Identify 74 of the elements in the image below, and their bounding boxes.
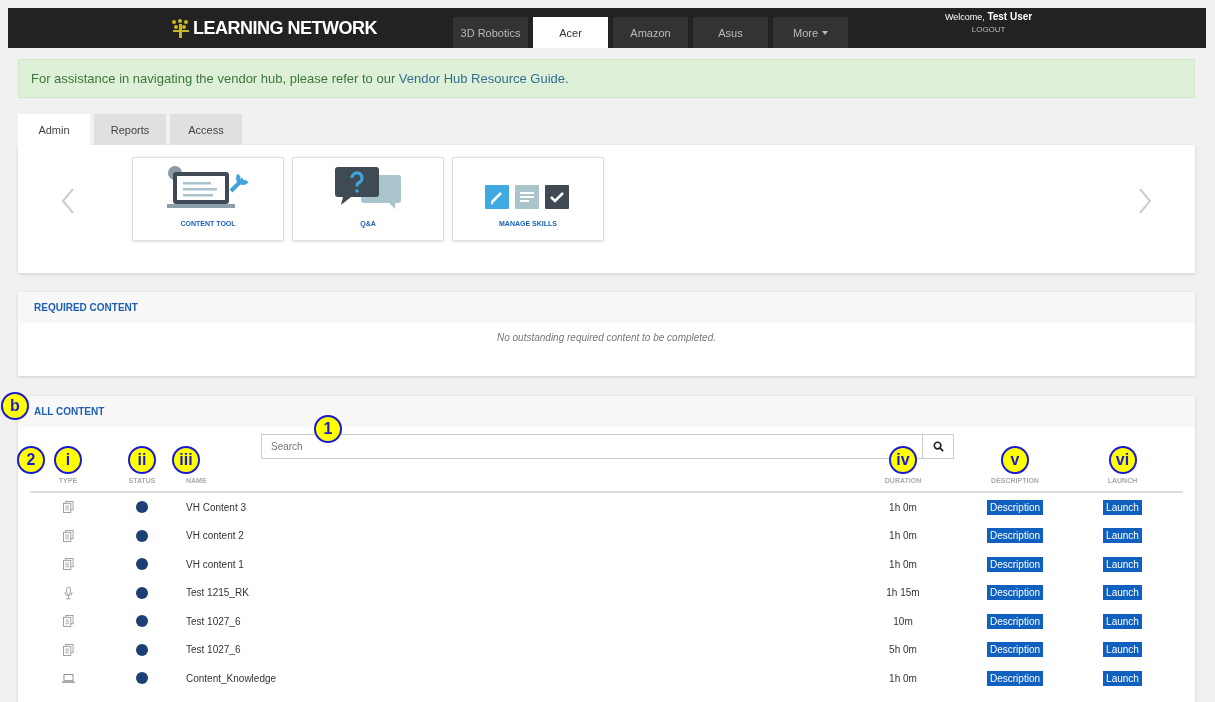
callout-marker: iii [172,446,200,474]
document-icon [62,643,74,656]
duration-text: 10m [893,615,913,627]
description-button[interactable]: Description [987,528,1043,544]
callout-marker: iv [889,446,917,474]
launch-button[interactable]: Launch [1103,556,1142,572]
vendor-tab[interactable]: Amazon [613,17,688,48]
status-dot [136,529,148,542]
duration-text: 1h 0m [889,501,917,513]
vendor-tab[interactable]: More [773,17,848,48]
content-name: VH Content 3 [186,501,247,513]
duration-text: 1h 0m [889,530,917,542]
status-dot [136,643,148,656]
launch-button[interactable]: Launch [1103,642,1142,658]
description-button[interactable]: Description [987,499,1043,515]
search-icon [932,441,944,452]
section-title: REQUIRED CONTENT [34,302,138,313]
caret-icon [822,30,829,35]
description-button[interactable]: Description [987,670,1043,686]
empty-message: No outstanding required content to be completed. [495,331,717,345]
vendor-tab[interactable]: Acer [533,17,608,48]
resource-guide-link[interactable]: Vendor Hub Resource Guide. [398,71,569,86]
welcome-text: Welcome, [945,12,985,22]
status-dot [136,586,148,599]
description-button[interactable]: Description [987,556,1043,572]
laptop-wrench-icon [165,165,251,211]
alert-text: For assistance in navigating the vendor hub, please refer to our Vendor Hub Resource Guide. [31,71,569,86]
duration-text: 1h 15m [886,587,920,599]
microphone-icon [63,585,73,600]
content-name: Test 1027_6 [186,615,241,627]
launch-button[interactable]: Launch [1103,499,1142,515]
vendor-tab[interactable]: Asus [693,17,768,48]
vendor-tab[interactable]: 3D Robotics [453,17,528,48]
description-button[interactable]: Description [987,642,1043,658]
document-icon [62,529,74,542]
status-dot [136,501,148,514]
callout-marker: i [54,446,82,474]
callout-marker: vi [1108,446,1137,474]
brand-name: LEARNING NETWORK [193,17,377,39]
section-tab[interactable]: Access [170,114,242,145]
duration-text: 5h 0m [889,644,917,656]
content-name: Test 1027_6 [186,644,241,656]
document-icon [62,501,74,514]
callout-marker: v [1001,446,1029,474]
callout-marker: ii [128,446,156,474]
launch-button[interactable]: Launch [1103,528,1142,544]
status-dot [136,558,148,571]
content-name: Content_Knowledge [186,672,277,684]
callout-marker: 2 [17,446,45,474]
edit-list-check-icon [485,185,571,211]
laptop-icon [61,673,75,683]
section-tab[interactable]: Reports [94,114,166,145]
launch-button[interactable]: Launch [1103,585,1142,601]
section-title: ALL CONTENT [34,406,105,417]
content-name: VH content 1 [186,558,244,570]
section-tab[interactable]: Admin [18,114,90,145]
duration-text: 1h 0m [889,672,917,684]
description-button[interactable]: Description [987,613,1043,629]
callout-marker: b [1,392,29,420]
description-button[interactable]: Description [987,585,1043,601]
duration-text: 1h 0m [889,558,917,570]
search-button[interactable] [923,434,954,459]
status-dot [136,615,148,628]
document-icon [62,558,74,571]
logout-link[interactable]: LOGOUT [971,25,1006,34]
launch-button[interactable]: Launch [1103,613,1142,629]
content-name: VH content 2 [186,530,244,542]
question-chat-icon [333,165,403,211]
user-name: Test User [987,11,1033,22]
status-dot [136,672,148,685]
content-name: Test 1215_RK [186,587,249,599]
tree-logo-icon [170,18,192,38]
document-icon [62,615,74,628]
launch-button[interactable]: Launch [1103,670,1142,686]
